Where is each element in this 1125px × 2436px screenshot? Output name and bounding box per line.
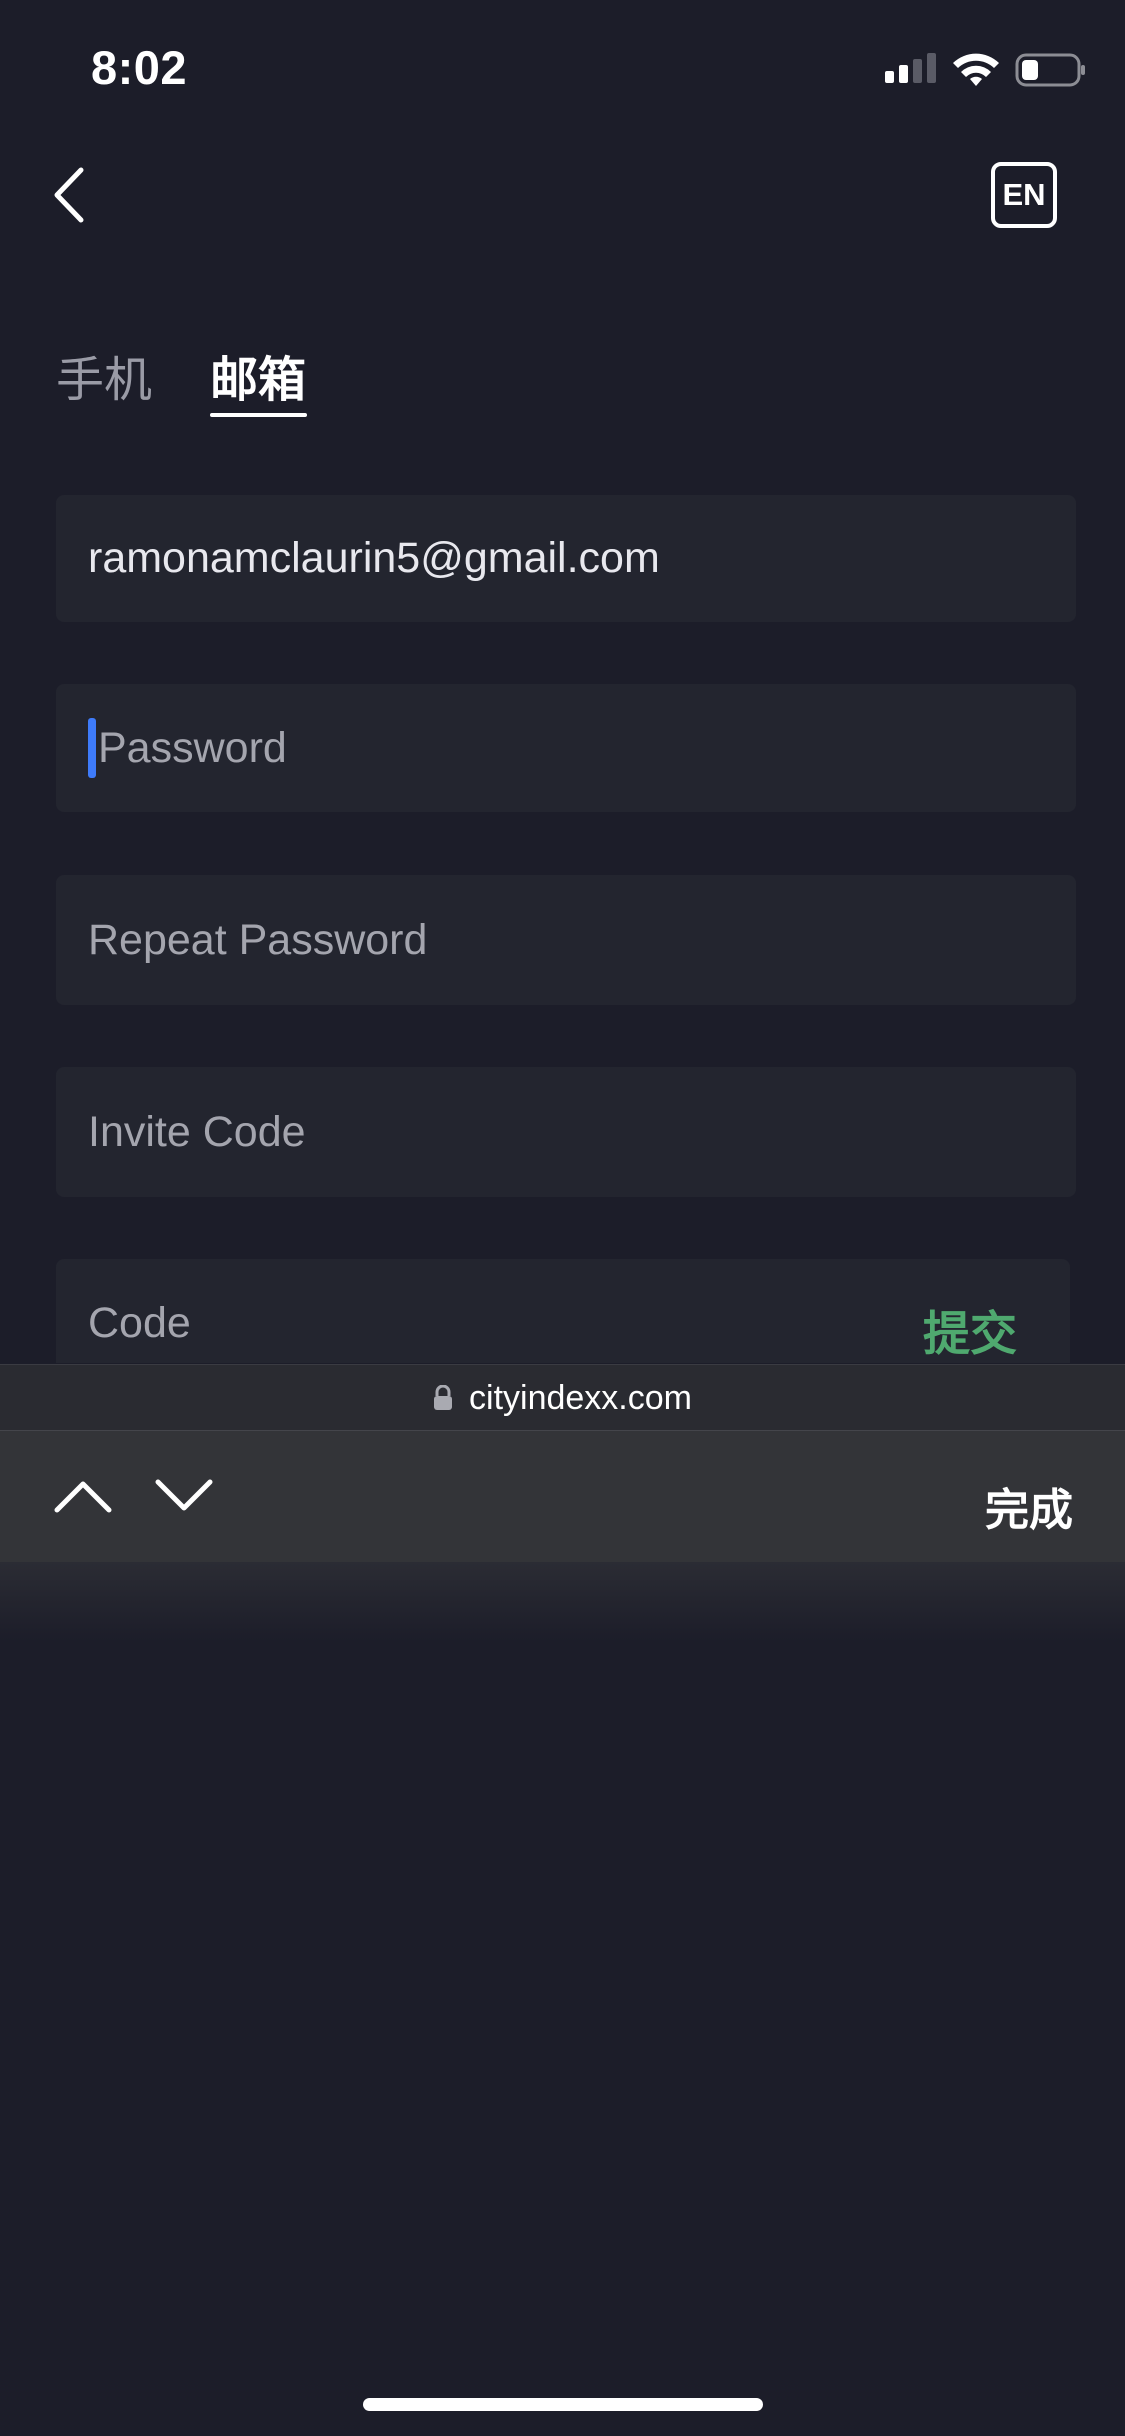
url-text: cityindexx.com xyxy=(469,1378,692,1417)
repeat-password-placeholder: Repeat Password xyxy=(88,915,428,964)
url-bar[interactable]: cityindexx.com xyxy=(0,1364,1125,1431)
submit-code-button[interactable]: 提交 xyxy=(923,1295,1017,1364)
home-indicator[interactable] xyxy=(363,2398,763,2411)
email-field[interactable]: ramonamclaurin5@gmail.com xyxy=(56,495,1076,622)
password-placeholder: Password xyxy=(98,723,287,772)
back-button[interactable] xyxy=(45,160,99,230)
language-switch-button[interactable]: EN xyxy=(991,162,1057,228)
invite-code-placeholder: Invite Code xyxy=(88,1107,306,1156)
done-button[interactable]: 完成 xyxy=(985,1474,1073,1538)
chevron-up-icon[interactable] xyxy=(54,1478,112,1514)
email-value: ramonamclaurin5@gmail.com xyxy=(88,534,660,582)
invite-code-field[interactable]: Invite Code xyxy=(56,1067,1076,1197)
chevron-down-icon[interactable] xyxy=(155,1478,213,1514)
text-caret xyxy=(88,718,96,778)
code-field[interactable]: Code xyxy=(56,1259,1070,1363)
code-placeholder: Code xyxy=(88,1299,191,1347)
toolbar-shadow xyxy=(0,1562,1125,1642)
status-time: 8:02 xyxy=(91,41,188,94)
lock-icon xyxy=(434,1385,453,1410)
tab-email[interactable]: 邮箱 xyxy=(210,340,306,410)
battery-icon xyxy=(1015,53,1085,87)
active-tab-indicator xyxy=(210,413,307,417)
wifi-icon xyxy=(953,53,999,86)
tab-phone[interactable]: 手机 xyxy=(56,340,152,410)
repeat-password-field[interactable]: Repeat Password xyxy=(56,875,1076,1005)
language-label: EN xyxy=(1002,177,1046,212)
password-field[interactable]: Password xyxy=(56,684,1076,812)
status-icons xyxy=(885,48,1087,92)
signal-icon xyxy=(885,53,937,87)
